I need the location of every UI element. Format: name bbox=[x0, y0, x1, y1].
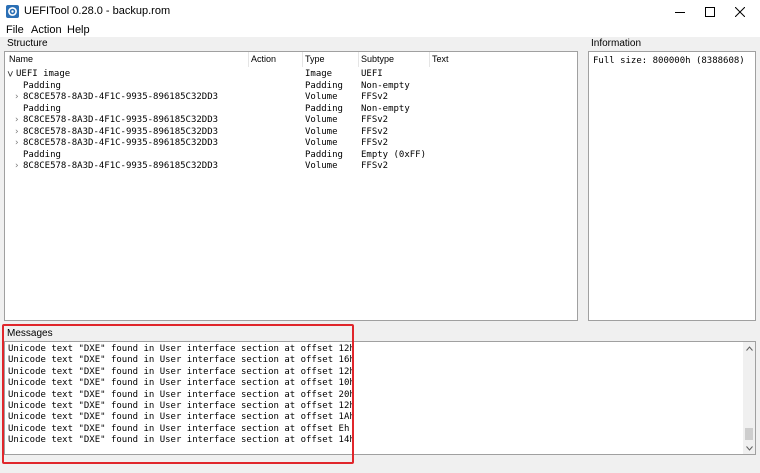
tree-cell-name: Padding bbox=[23, 103, 61, 114]
column-name[interactable]: Name bbox=[9, 54, 33, 64]
information-text: Full size: 800000h (8388608) bbox=[593, 56, 745, 66]
collapse-arrow-icon[interactable]: › bbox=[14, 161, 22, 172]
tree-row[interactable]: › 8C8CE578-8A3D-4F1C-9935-896185C32DD3 Vol… bbox=[5, 115, 577, 127]
app-gear-icon bbox=[6, 5, 19, 18]
tree-cell-subtype: UEFI bbox=[361, 69, 383, 79]
tree-cell-name: UEFI image bbox=[16, 69, 71, 79]
tree-cell-subtype: FFSv2 bbox=[361, 115, 389, 125]
minimize-button[interactable] bbox=[664, 0, 696, 23]
tree-cell-subtype: FFSv2 bbox=[361, 126, 389, 137]
tree-row[interactable]: Padding Padding Empty (0xFF) bbox=[5, 150, 577, 162]
tree-cell-name: 8C8CE578-8A3D-4F1C-9935-896185C32DD3 bbox=[23, 138, 219, 148]
tree-cell-subtype: Non-empty bbox=[361, 80, 410, 91]
tree-cell-name: 8C8CE578-8A3D-4F1C-9935-896185C32DD3 bbox=[23, 161, 219, 171]
chevron-down-icon bbox=[745, 445, 753, 451]
header-divider[interactable] bbox=[358, 52, 359, 67]
tree-row[interactable]: › 8C8CE578-8A3D-4F1C-9935-896185C32DD3 Vol… bbox=[5, 127, 577, 139]
tree-row[interactable]: › 8C8CE578-8A3D-4F1C-9935-896185C32DD3 Vol… bbox=[5, 138, 577, 150]
message-line: Unicode text "DXE" found in User interfa… bbox=[8, 389, 355, 400]
collapse-arrow-icon[interactable]: › bbox=[14, 92, 22, 103]
tree-row[interactable]: Padding Padding Non-empty bbox=[5, 81, 577, 93]
messages-log[interactable]: Unicode text "DXE" found in User interfa… bbox=[4, 341, 756, 455]
header-divider[interactable] bbox=[302, 52, 303, 67]
tree-cell-type: Padding bbox=[305, 80, 343, 91]
message-line: Unicode text "DXE" found in User interfa… bbox=[8, 412, 355, 423]
tree-cell-type: Volume bbox=[305, 115, 338, 125]
tree-cell-name: 8C8CE578-8A3D-4F1C-9935-896185C32DD3 bbox=[23, 126, 219, 137]
expand-arrow-icon[interactable]: ˅ bbox=[7, 69, 15, 80]
maximize-icon bbox=[705, 6, 715, 17]
message-line: Unicode text "DXE" found in User interfa… bbox=[8, 355, 355, 366]
collapse-arrow-icon[interactable]: › bbox=[14, 138, 22, 149]
tree-cell-name: Padding bbox=[23, 149, 61, 160]
menu-bar: File Action Help bbox=[0, 23, 760, 37]
close-icon bbox=[735, 6, 745, 17]
tree-row[interactable]: Padding Padding Non-empty bbox=[5, 104, 577, 116]
messages-scrollbar[interactable] bbox=[743, 342, 755, 454]
column-action[interactable]: Action bbox=[251, 54, 276, 64]
message-line: Unicode text "DXE" found in User interfa… bbox=[8, 401, 355, 411]
tree-cell-type: Image bbox=[305, 69, 333, 79]
tree-cell-subtype: Non-empty bbox=[361, 103, 410, 114]
column-subtype[interactable]: Subtype bbox=[361, 54, 394, 64]
tree-cell-type: Volume bbox=[305, 138, 338, 148]
message-line: Unicode text "DXE" found in User interfa… bbox=[8, 423, 350, 434]
tree-cell-type: Padding bbox=[305, 103, 343, 114]
information-label: Information bbox=[591, 38, 642, 49]
information-box[interactable]: Full size: 800000h (8388608) bbox=[588, 51, 756, 321]
structure-header: Name Action Type Subtype Text bbox=[5, 52, 577, 67]
column-type[interactable]: Type bbox=[305, 54, 325, 64]
tree-cell-type: Volume bbox=[305, 161, 338, 171]
window-title: UEFITool 0.28.0 - backup.rom bbox=[24, 5, 171, 17]
maximize-button[interactable] bbox=[694, 0, 726, 23]
tree-cell-subtype: FFSv2 bbox=[361, 92, 389, 102]
column-text[interactable]: Text bbox=[432, 54, 449, 64]
message-line: Unicode text "DXE" found in User interfa… bbox=[8, 366, 355, 377]
title-bar: UEFITool 0.28.0 - backup.rom bbox=[0, 0, 760, 23]
tree-row[interactable]: › 8C8CE578-8A3D-4F1C-9935-896185C32DD3 Vol… bbox=[5, 92, 577, 104]
minimize-icon bbox=[675, 11, 685, 13]
tree-row[interactable]: › 8C8CE578-8A3D-4F1C-9935-896185C32DD3 Vol… bbox=[5, 161, 577, 173]
message-line: Unicode text "DXE" found in User interfa… bbox=[8, 378, 355, 389]
tree-cell-subtype: FFSv2 bbox=[361, 138, 389, 148]
header-divider[interactable] bbox=[429, 52, 430, 67]
collapse-arrow-icon[interactable]: › bbox=[14, 127, 22, 138]
tree-cell-name: 8C8CE578-8A3D-4F1C-9935-896185C32DD3 bbox=[23, 115, 219, 125]
messages-label: Messages bbox=[7, 328, 53, 339]
menu-help[interactable]: Help bbox=[67, 24, 90, 36]
header-divider[interactable] bbox=[248, 52, 249, 67]
tree-cell-subtype: Empty (0xFF) bbox=[361, 149, 427, 160]
tree-cell-type: Volume bbox=[305, 92, 338, 102]
tree-cell-subtype: FFSv2 bbox=[361, 161, 389, 171]
tree-cell-name: Padding bbox=[23, 80, 61, 91]
tree-row[interactable]: ˅ UEFI image Image UEFI bbox=[5, 69, 577, 81]
scroll-thumb[interactable] bbox=[745, 428, 753, 440]
close-button[interactable] bbox=[724, 0, 756, 23]
chevron-up-icon bbox=[745, 345, 753, 351]
structure-label: Structure bbox=[7, 38, 48, 49]
message-line: Unicode text "DXE" found in User interfa… bbox=[8, 435, 355, 446]
scroll-up-button[interactable] bbox=[744, 343, 754, 353]
menu-action[interactable]: Action bbox=[31, 24, 62, 36]
collapse-arrow-icon[interactable]: › bbox=[14, 115, 22, 126]
scroll-down-button[interactable] bbox=[744, 443, 754, 453]
message-line: Unicode text "DXE" found in User interfa… bbox=[8, 344, 355, 354]
tree-cell-name: 8C8CE578-8A3D-4F1C-9935-896185C32DD3 bbox=[23, 92, 219, 102]
tree-cell-type: Volume bbox=[305, 126, 338, 137]
tree-cell-type: Padding bbox=[305, 149, 343, 160]
structure-tree[interactable]: Name Action Type Subtype Text ˅ UEFI imag… bbox=[4, 51, 578, 321]
menu-file[interactable]: File bbox=[6, 24, 24, 36]
